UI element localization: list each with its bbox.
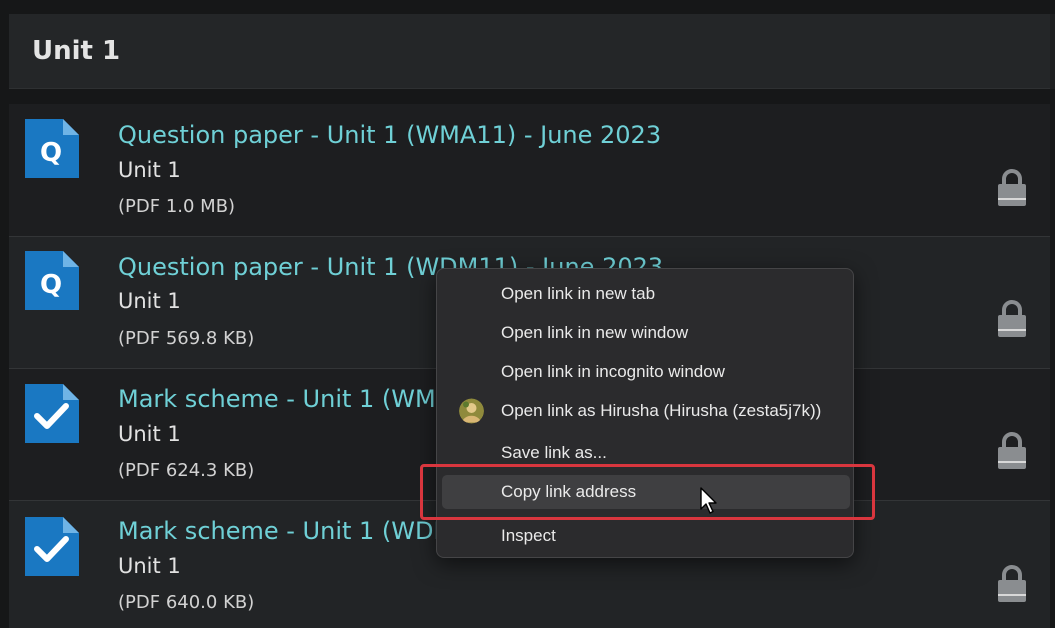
menu-item-label: Inspect xyxy=(501,526,556,545)
mark-scheme-icon xyxy=(25,517,79,576)
document-file-info: (PDF 569.8 KB) xyxy=(118,328,255,349)
mark-scheme-icon xyxy=(25,384,79,443)
document-subtitle: Unit 1 xyxy=(118,554,181,578)
menu-item-open-new-window[interactable]: Open link in new window xyxy=(437,316,853,350)
mouse-pointer-icon xyxy=(700,487,720,515)
question-paper-icon: Q xyxy=(25,119,79,178)
svg-text:Q: Q xyxy=(40,138,62,168)
lock-icon xyxy=(997,431,1027,471)
lock-icon xyxy=(997,564,1027,604)
document-subtitle: Unit 1 xyxy=(118,422,181,446)
menu-item-label: Open link in new tab xyxy=(501,284,656,303)
question-paper-icon: Q xyxy=(25,251,79,310)
document-file-info: (PDF 1.0 MB) xyxy=(118,196,236,217)
menu-item-label: Open link in new window xyxy=(501,323,689,342)
document-row: Q Question paper - Unit 1 (WMA11) - June… xyxy=(9,104,1050,237)
menu-item-open-new-tab[interactable]: Open link in new tab xyxy=(437,277,853,311)
menu-item-label: Open link as Hirusha (Hirusha (zesta5j7k… xyxy=(501,401,822,420)
menu-item-label: Save link as... xyxy=(501,443,607,462)
menu-item-open-as-profile[interactable]: Open link as Hirusha (Hirusha (zesta5j7k… xyxy=(437,394,853,428)
document-subtitle: Unit 1 xyxy=(118,289,181,313)
document-subtitle: Unit 1 xyxy=(118,158,181,182)
svg-text:Q: Q xyxy=(40,270,62,300)
document-file-info: (PDF 640.0 KB) xyxy=(118,592,255,613)
document-title-link[interactable]: Question paper - Unit 1 (WMA11) - June 2… xyxy=(118,121,661,149)
section-title: Unit 1 xyxy=(32,36,121,66)
avatar-icon xyxy=(459,398,484,424)
lock-icon xyxy=(997,299,1027,339)
lock-icon xyxy=(997,168,1027,208)
menu-item-inspect[interactable]: Inspect xyxy=(437,519,853,553)
annotation-highlight-box xyxy=(420,464,875,520)
section-header: Unit 1 xyxy=(9,14,1050,89)
menu-item-open-incognito[interactable]: Open link in incognito window xyxy=(437,355,853,389)
menu-item-label: Open link in incognito window xyxy=(501,362,725,381)
scrollbar[interactable] xyxy=(1050,14,1055,89)
document-file-info: (PDF 624.3 KB) xyxy=(118,460,255,481)
